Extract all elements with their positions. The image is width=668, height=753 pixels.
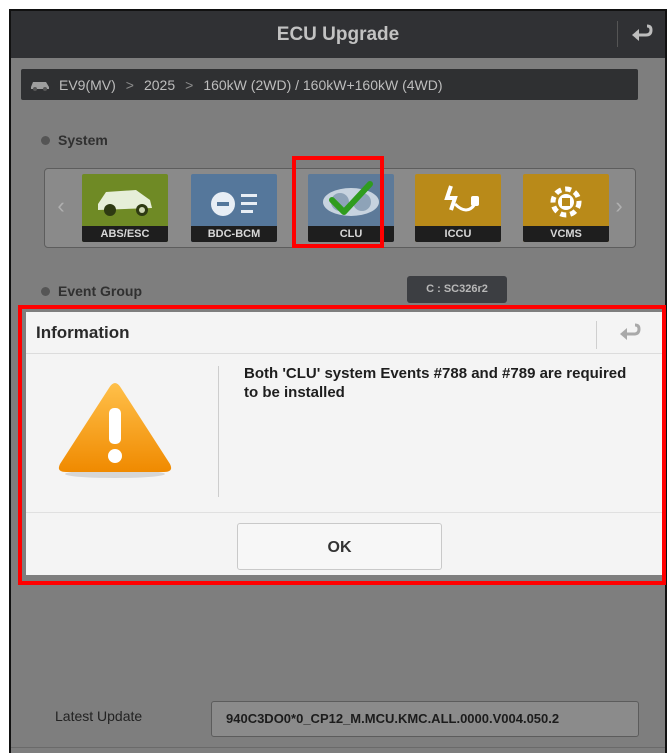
version-badge: C : SC326r2 xyxy=(407,276,507,303)
system-tile-abs-esc[interactable]: ABS/ESC xyxy=(82,174,168,242)
return-arrow-icon[interactable] xyxy=(614,320,644,346)
divider xyxy=(11,747,665,748)
dialog-title: Information xyxy=(36,323,130,342)
event-group-header: Event Group xyxy=(41,283,142,299)
breadcrumb: EV9(MV) > 2025 > 160kW (2WD) / 160kW+160… xyxy=(21,69,638,100)
return-arrow-icon[interactable] xyxy=(625,20,657,48)
bcm-module-icon xyxy=(191,174,277,226)
charging-plug-icon xyxy=(415,174,501,226)
ok-button[interactable]: OK xyxy=(237,523,442,570)
latest-update-value: 940C3DO0*0_CP12_M.MCU.KMC.ALL.0000.V004.… xyxy=(211,701,639,737)
breadcrumb-separator: > xyxy=(125,76,134,93)
carousel-prev-arrow[interactable]: ‹ xyxy=(51,191,71,221)
system-tile-vcms[interactable]: VCMS xyxy=(523,174,609,242)
carousel-next-arrow[interactable]: › xyxy=(609,191,629,221)
warning-triangle-icon xyxy=(56,380,174,480)
title-bar: ECU Upgrade xyxy=(11,11,665,58)
breadcrumb-model[interactable]: EV9(MV) xyxy=(59,77,116,93)
breadcrumb-engine[interactable]: 160kW (2WD) / 160kW+160kW (4WD) xyxy=(203,77,442,93)
dialog-header: Information xyxy=(26,312,662,354)
dialog-footer-divider xyxy=(26,512,662,513)
tile-label: VCMS xyxy=(523,226,609,242)
breadcrumb-year[interactable]: 2025 xyxy=(144,77,175,93)
car-icon xyxy=(29,78,51,92)
system-tile-iccu[interactable]: ICCU xyxy=(415,174,501,242)
tile-label: ABS/ESC xyxy=(82,226,168,242)
dialog-content-divider xyxy=(218,366,219,497)
latest-update-label: Latest Update xyxy=(55,708,143,724)
bullet-icon xyxy=(41,286,50,296)
system-section-label: System xyxy=(58,132,108,148)
clu-tile-highlight xyxy=(292,156,384,248)
title-divider xyxy=(617,21,618,47)
car-wheel-icon xyxy=(82,174,168,226)
breadcrumb-separator: > xyxy=(185,76,194,93)
event-group-label: Event Group xyxy=(58,283,143,299)
dialog-header-divider xyxy=(596,321,597,349)
tile-label: BDC-BCM xyxy=(191,226,277,242)
information-dialog: Information Both 'CLU' system Events #78… xyxy=(26,312,662,575)
dialog-message: Both 'CLU' system Events #788 and #789 a… xyxy=(244,365,627,401)
page-title: ECU Upgrade xyxy=(276,24,400,45)
gear-plug-icon xyxy=(523,174,609,226)
system-section-header: System xyxy=(41,132,108,148)
tile-label: ICCU xyxy=(415,226,501,242)
bullet-icon xyxy=(41,135,50,145)
system-tile-bdc-bcm[interactable]: BDC-BCM xyxy=(191,174,277,242)
